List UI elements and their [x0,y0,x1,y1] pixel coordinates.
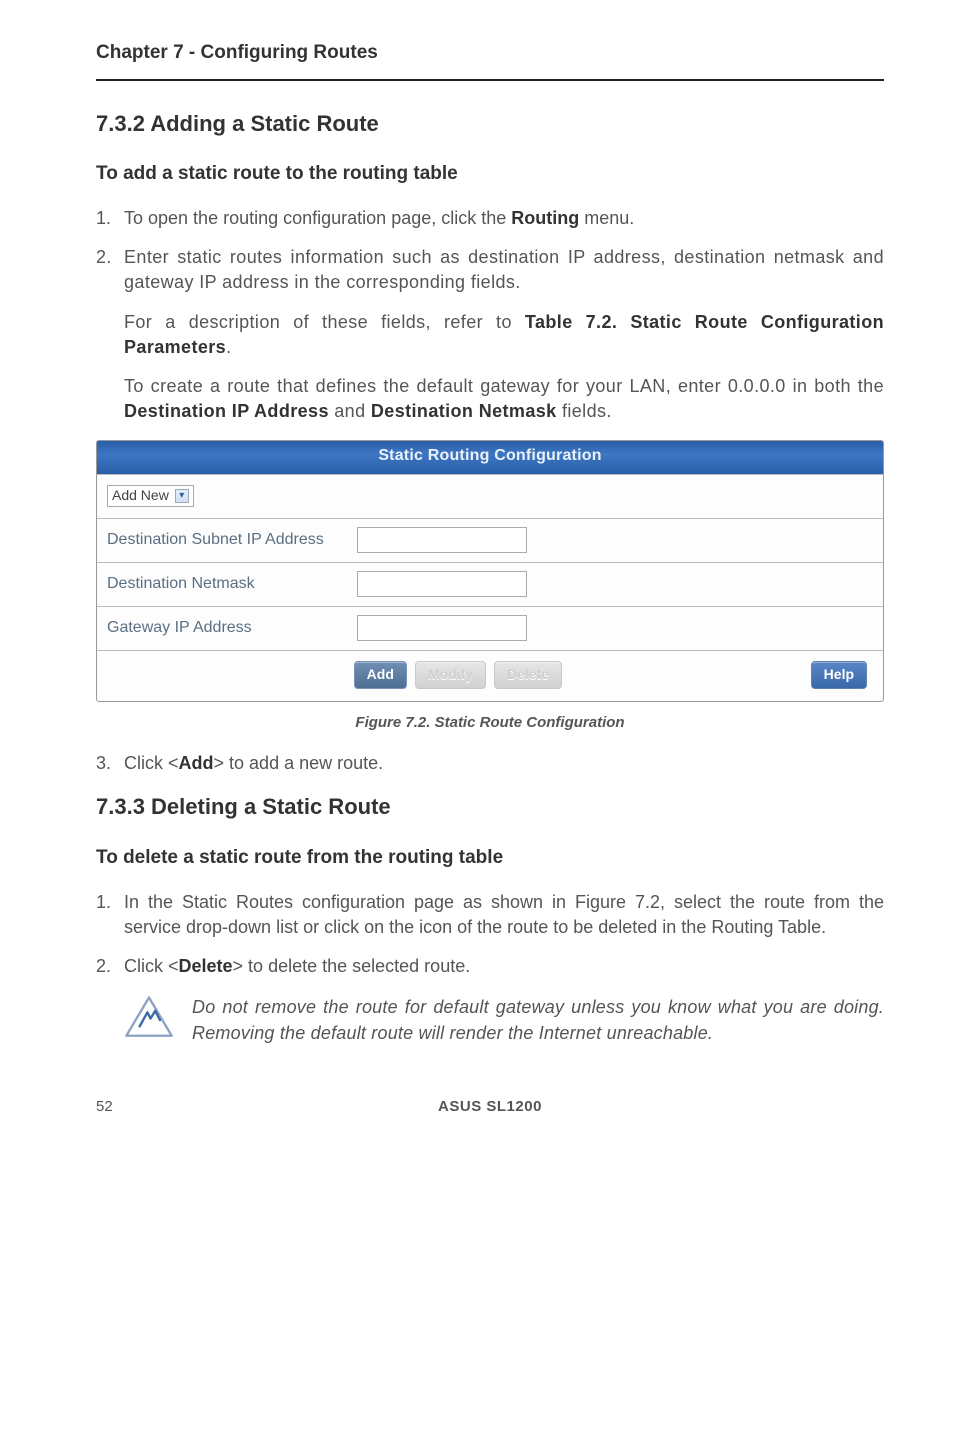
section-7-3-3-title: 7.3.3 Deleting a Static Route [96,792,884,823]
static-routing-config-panel: Static Routing Configuration Add New ▾ D… [96,440,884,702]
delete-step-2-c: > to delete the selected route. [233,956,471,976]
add-step-1-c: menu. [579,208,634,228]
delete-step-1: In the Static Routes configuration page … [96,890,884,940]
delete-route-subhead: To delete a static route from the routin… [96,845,884,872]
add-step-2-c4: Destination Netmask [371,401,557,421]
delete-step-2-b: Delete [179,956,233,976]
delete-button[interactable]: Delete [494,661,562,690]
product-name: ASUS SL1200 [156,1096,824,1117]
add-step-3-b: Add [179,753,214,773]
panel-row-gateway: Gateway IP Address [97,606,883,650]
add-step-3: Click <Add> to add a new route. [96,751,884,776]
dest-mask-label: Destination Netmask [107,573,357,595]
add-step-2-a: Enter static routes information such as … [124,247,884,292]
warning-note: Do not remove the route for default gate… [124,995,884,1045]
warning-text: Do not remove the route for default gate… [192,995,884,1045]
add-route-steps: To open the routing configuration page, … [96,206,884,424]
header-rule [96,79,884,81]
dest-ip-input[interactable] [357,527,527,553]
add-route-steps-cont: Click <Add> to add a new route. [96,751,884,776]
gateway-input[interactable] [357,615,527,641]
add-route-subhead: To add a static route to the routing tab… [96,161,884,188]
delete-step-2-a: Click < [124,956,179,976]
panel-row-select: Add New ▾ [97,474,883,518]
delete-route-steps: In the Static Routes configuration page … [96,890,884,980]
add-new-select-label: Add New [112,486,169,506]
page-number: 52 [96,1096,156,1117]
panel-row-dest-ip: Destination Subnet IP Address [97,518,883,562]
add-step-2-c1: To create a route that defines the defau… [124,376,884,396]
page-footer: 52 ASUS SL1200 [96,1096,884,1117]
section-7-3-2-title: 7.3.2 Adding a Static Route [96,109,884,140]
add-step-3-a: Click < [124,753,179,773]
add-step-1-a: To open the routing configuration page, … [124,208,511,228]
add-step-2-b3: . [226,337,231,357]
add-step-2-b1: For a description of these fields, refer… [124,312,525,332]
help-button[interactable]: Help [811,661,867,690]
add-new-select[interactable]: Add New ▾ [107,485,194,507]
delete-step-2: Click <Delete> to delete the selected ro… [96,954,884,979]
dest-mask-input[interactable] [357,571,527,597]
add-step-2-c2: Destination IP Address [124,401,329,421]
figure-caption: Figure 7.2. Static Route Configuration [96,712,884,733]
modify-button[interactable]: Modify [415,661,486,690]
add-step-3-c: > to add a new route. [214,753,384,773]
add-step-2-para2: For a description of these fields, refer… [124,310,884,360]
add-step-2-c3: and [329,401,371,421]
panel-row-dest-mask: Destination Netmask [97,562,883,606]
add-step-1: To open the routing configuration page, … [96,206,884,231]
add-step-1-b: Routing [511,208,579,228]
add-step-2-para3: To create a route that defines the defau… [124,374,884,424]
panel-title: Static Routing Configuration [97,441,883,473]
select-cell: Add New ▾ [107,485,357,508]
gateway-label: Gateway IP Address [107,617,357,639]
running-header: Chapter 7 - Configuring Routes [96,40,884,67]
add-step-2: Enter static routes information such as … [96,245,884,424]
warning-icon [124,995,174,1039]
add-button[interactable]: Add [354,661,407,690]
add-step-2-c5: fields. [557,401,612,421]
dest-ip-label: Destination Subnet IP Address [107,529,357,551]
chevron-down-icon: ▾ [175,489,189,503]
panel-button-row: Add Modify Delete Help [97,650,883,702]
